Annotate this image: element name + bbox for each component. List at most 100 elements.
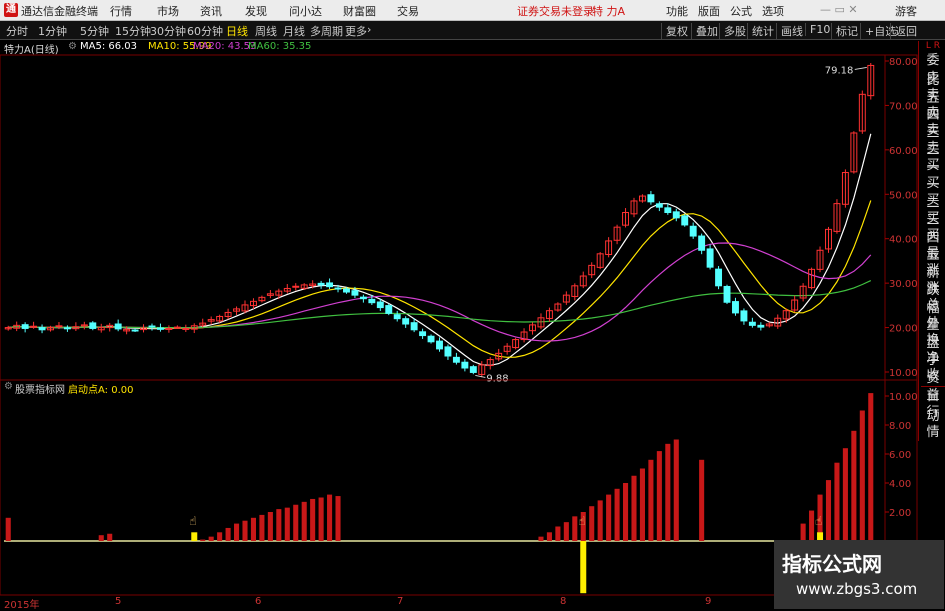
indicator-bar xyxy=(597,500,603,541)
y-tick-label: 30.00 xyxy=(889,279,918,290)
indicator-bar xyxy=(546,532,552,541)
period-more[interactable]: 更多 xyxy=(345,23,367,39)
period-daily[interactable]: 日线 xyxy=(226,23,248,39)
hand-pointer-icon: ☝ xyxy=(578,514,585,528)
candle-body xyxy=(343,288,350,293)
indicator-bar xyxy=(572,516,578,541)
toolbar-multi-stock[interactable]: 多股 xyxy=(719,23,746,39)
panel-tab-quotes[interactable]: 行情 xyxy=(921,403,945,443)
menu-discover[interactable]: 发现 xyxy=(245,3,267,19)
candle-body xyxy=(436,340,443,350)
menu-wealth[interactable]: 财富圈 xyxy=(343,3,376,19)
chevron-right-icon[interactable]: › xyxy=(367,23,371,36)
candle-body xyxy=(452,356,460,363)
app-logo-icon: 通 xyxy=(4,3,18,17)
menu-options[interactable]: 选项 xyxy=(762,3,784,19)
watermark-title: 指标公式网 xyxy=(782,552,882,576)
candle-body xyxy=(393,314,401,320)
low-annotation: 9.88 xyxy=(486,373,508,384)
indicator-bar xyxy=(538,536,544,541)
low-arrow xyxy=(475,374,486,378)
candle-body xyxy=(427,335,435,343)
login-warning[interactable]: 证券交易未登录 xyxy=(517,3,594,19)
y-tick-label: 70.00 xyxy=(889,101,918,112)
indicator-bar xyxy=(851,430,857,541)
menu-market[interactable]: 市场 xyxy=(157,3,179,19)
toolbar-draw[interactable]: 画线 xyxy=(776,23,803,39)
period-multi[interactable]: 多周期 xyxy=(310,23,343,39)
candle-body xyxy=(681,215,689,226)
toolbar-f10[interactable]: F10 xyxy=(805,23,830,36)
menu-quotes[interactable]: 行情 xyxy=(110,3,132,19)
period-5min[interactable]: 5分钟 xyxy=(80,23,109,39)
candle-body xyxy=(715,268,723,287)
window-controls-icon[interactable]: — ▭ ✕ xyxy=(820,3,858,16)
menu-trade[interactable]: 交易 xyxy=(397,3,419,19)
candle-body xyxy=(655,203,663,208)
toolbar-mark[interactable]: 标记 xyxy=(831,23,858,39)
x-label-jun: 6 xyxy=(255,596,262,607)
candle-body xyxy=(664,207,672,214)
candle-body xyxy=(698,235,706,251)
indicator-bar xyxy=(868,393,874,541)
menu-formula[interactable]: 公式 xyxy=(730,3,752,19)
candle-body xyxy=(368,298,376,304)
period-toolbar: 分时 1分钟 5分钟 15分钟 30分钟 60分钟 日线 周线 月线 多周期 更… xyxy=(0,21,945,40)
indicator-bar xyxy=(301,501,307,541)
site-watermark: 指标公式网 www.zbgs3.com xyxy=(774,540,944,609)
sub-y-tick-label: 2.00 xyxy=(889,508,911,519)
period-1min[interactable]: 1分钟 xyxy=(38,23,67,39)
y-tick-label: 80.00 xyxy=(889,57,918,68)
menu-news[interactable]: 资讯 xyxy=(200,3,222,19)
candle-body xyxy=(410,322,418,331)
period-30min[interactable]: 30分钟 xyxy=(150,23,186,39)
toolbar-restore-rights[interactable]: 复权 xyxy=(661,23,688,39)
indicator-bar xyxy=(665,443,671,541)
ma20-line xyxy=(8,242,872,342)
period-weekly[interactable]: 周线 xyxy=(255,23,277,39)
menu-function[interactable]: 功能 xyxy=(666,3,688,19)
indicator-bar xyxy=(699,459,705,541)
candle-body xyxy=(757,324,765,328)
candle-body xyxy=(131,329,139,332)
indicator-bar xyxy=(555,526,561,541)
menu-layout[interactable]: 版面 xyxy=(698,3,720,19)
guest-label[interactable]: 游客 xyxy=(895,3,917,19)
candle-body xyxy=(114,323,122,330)
candle-body xyxy=(740,310,748,322)
candle-body xyxy=(351,290,359,296)
indicator-bar xyxy=(107,533,113,541)
candle-body xyxy=(359,296,367,300)
indicator-bar xyxy=(589,506,595,541)
candle-body xyxy=(21,324,29,329)
indicator-bar xyxy=(623,483,629,541)
toolbar-statistics[interactable]: 统计 xyxy=(747,23,774,39)
menu-ask[interactable]: 问小达 xyxy=(289,3,322,19)
indicator-bar xyxy=(200,539,206,541)
signal-bar xyxy=(191,532,198,541)
candle-body xyxy=(326,282,334,288)
indicator-bar xyxy=(606,494,612,541)
candle-body xyxy=(89,322,97,329)
indicator-bar xyxy=(293,504,299,541)
candle-body xyxy=(723,285,731,303)
period-monthly[interactable]: 月线 xyxy=(283,23,305,39)
toolbar-overlay[interactable]: 叠加 xyxy=(691,23,718,39)
period-60min[interactable]: 60分钟 xyxy=(187,23,223,39)
y-tick-label: 20.00 xyxy=(889,324,918,335)
indicator-bar xyxy=(234,523,240,541)
signal-bar xyxy=(580,541,587,594)
current-stock-name: 特 力A xyxy=(592,5,626,18)
y-tick-label: 40.00 xyxy=(889,235,918,246)
toolbar-back[interactable]: 返回 xyxy=(890,23,917,39)
indicator-settings-icon[interactable]: ⚙ xyxy=(4,381,13,392)
period-intraday[interactable]: 分时 xyxy=(6,23,28,39)
candle-body xyxy=(156,327,164,330)
price-chart[interactable]: 80.00 70.00 60.00 50.00 40.00 30.00 20.00 10.00… xyxy=(0,40,918,610)
indicator-bar xyxy=(673,439,679,541)
period-15min[interactable]: 15分钟 xyxy=(115,23,151,39)
candle-body xyxy=(292,285,300,288)
candle-body xyxy=(334,287,342,290)
candle-body xyxy=(182,327,190,330)
indicator-bar xyxy=(250,517,256,541)
